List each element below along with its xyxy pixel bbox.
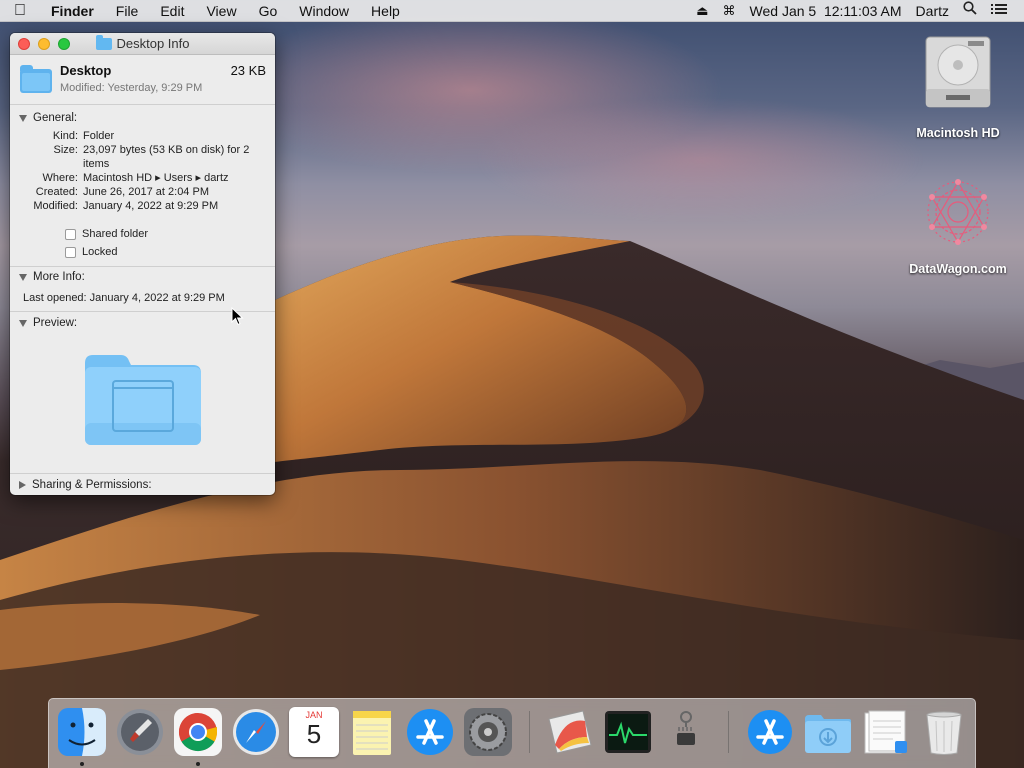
system-preferences-icon[interactable]	[463, 707, 513, 757]
divider	[10, 473, 275, 474]
kind-value: Folder	[83, 130, 115, 142]
section-sharing-label: Sharing & Permissions:	[32, 479, 152, 491]
dock-separator	[529, 711, 530, 753]
menubar-clock[interactable]: Wed Jan 5 12:11:03 AM	[743, 0, 909, 22]
notes-icon[interactable]	[347, 707, 397, 757]
section-more-info-toggle[interactable]: More Info:	[10, 267, 275, 287]
folder-icon	[20, 65, 52, 93]
menu-edit[interactable]: Edit	[149, 0, 195, 22]
menu-window[interactable]: Window	[288, 0, 360, 22]
section-general-toggle[interactable]: General:	[10, 108, 275, 128]
disclosure-triangle-icon	[19, 114, 27, 122]
where-label: Where:	[42, 172, 78, 184]
close-button[interactable]	[18, 38, 30, 50]
chrome-icon[interactable]	[173, 707, 223, 757]
shared-folder-checkbox[interactable]: Shared folder	[65, 225, 275, 243]
desktop-icon-label: Macintosh HD	[916, 126, 1000, 140]
hard-drive-icon	[925, 36, 991, 108]
menu-help[interactable]: Help	[360, 0, 411, 22]
safari-icon[interactable]	[231, 707, 281, 757]
where-value: Macintosh HD ▸ Users ▸ dartz	[83, 172, 229, 184]
app-store-icon[interactable]	[405, 707, 455, 757]
documents-stack-icon[interactable]	[861, 707, 911, 757]
system-information-icon[interactable]	[661, 707, 711, 757]
disclosure-triangle-icon	[19, 481, 26, 489]
menu-file[interactable]: File	[105, 0, 150, 22]
section-more-info-label: More Info:	[33, 271, 85, 283]
dock-separator	[728, 711, 729, 753]
eject-icon[interactable]: ⏏	[689, 0, 715, 22]
running-indicator	[196, 762, 200, 766]
dock: JAN 5	[48, 698, 976, 768]
folder-icon	[95, 34, 112, 50]
menu-app-finder[interactable]: Finder	[40, 0, 105, 22]
checkbox-box[interactable]	[65, 246, 76, 258]
modified-label: Modified:	[33, 200, 78, 212]
desktop-icon-datawagon[interactable]: DataWagon.com	[898, 172, 1018, 276]
item-modified: Modified: Yesterday, 9:29 PM	[60, 82, 203, 94]
finder-icon[interactable]	[57, 707, 107, 757]
size-value: 23,097 bytes (53 KB on disk) for 2 items	[83, 144, 250, 170]
item-name: Desktop	[60, 63, 112, 78]
trash-icon[interactable]	[919, 707, 969, 757]
menubar-user[interactable]: Dartz	[909, 0, 956, 22]
running-indicator	[80, 762, 84, 766]
list-icon[interactable]	[984, 0, 1014, 22]
menu-go[interactable]: Go	[248, 0, 289, 22]
desktop-icon-macintosh-hd[interactable]: Macintosh HD	[905, 33, 1011, 140]
kind-label: Kind:	[52, 130, 78, 142]
folder-preview-icon	[85, 355, 201, 445]
shared-folder-label: Shared folder	[82, 228, 149, 240]
zoom-button[interactable]	[58, 38, 70, 50]
general-details: Kind: Folder Size: 23,097 bytes (53 KB o…	[10, 129, 275, 213]
section-preview-label: Preview:	[33, 317, 78, 329]
section-sharing-toggle[interactable]: Sharing & Permissions:	[10, 475, 275, 495]
disclosure-triangle-icon	[19, 319, 27, 327]
activity-monitor-icon[interactable]	[603, 707, 653, 757]
section-general-label: General:	[33, 112, 78, 124]
apple-logo-icon[interactable]: 	[0, 2, 40, 20]
desktop-info-window: Desktop Info Desktop 23 KB Modified: Yes…	[10, 33, 275, 495]
window-title: Desktop Info	[116, 36, 190, 51]
menu-bar:  Finder File Edit View Go Window Help ⏏…	[0, 0, 1024, 22]
window-titlebar[interactable]: Desktop Info	[10, 33, 275, 55]
downloads-folder-icon[interactable]	[803, 707, 853, 757]
modified-value: January 4, 2022 at 9:29 PM	[83, 200, 219, 212]
preview-area	[10, 333, 275, 473]
created-label: Created:	[35, 186, 78, 198]
search-icon[interactable]	[956, 0, 984, 22]
item-size: 23 KB	[230, 63, 266, 78]
info-header: Desktop 23 KB Modified: Yesterday, 9:29 …	[10, 55, 275, 105]
disclosure-triangle-icon	[19, 273, 27, 281]
input-menu-icon[interactable]: ⌘	[716, 0, 743, 22]
size-label: Size:	[53, 144, 78, 156]
desktop-icon-label: DataWagon.com	[909, 262, 1007, 276]
menu-view[interactable]: View	[195, 0, 247, 22]
grapher-icon[interactable]	[545, 707, 595, 757]
calendar-day: 5	[306, 719, 322, 749]
logo-image-icon	[927, 179, 989, 245]
mouse-cursor-icon	[231, 307, 244, 326]
locked-label: Locked	[82, 246, 118, 258]
calendar-icon[interactable]: JAN 5	[289, 707, 339, 757]
minimize-button[interactable]	[38, 38, 50, 50]
checkbox-box[interactable]	[65, 228, 76, 240]
locked-checkbox[interactable]: Locked	[65, 243, 275, 261]
created-value: June 26, 2017 at 2:04 PM	[83, 186, 209, 198]
app-store-stack-icon[interactable]	[745, 707, 795, 757]
launchpad-icon[interactable]	[115, 707, 165, 757]
